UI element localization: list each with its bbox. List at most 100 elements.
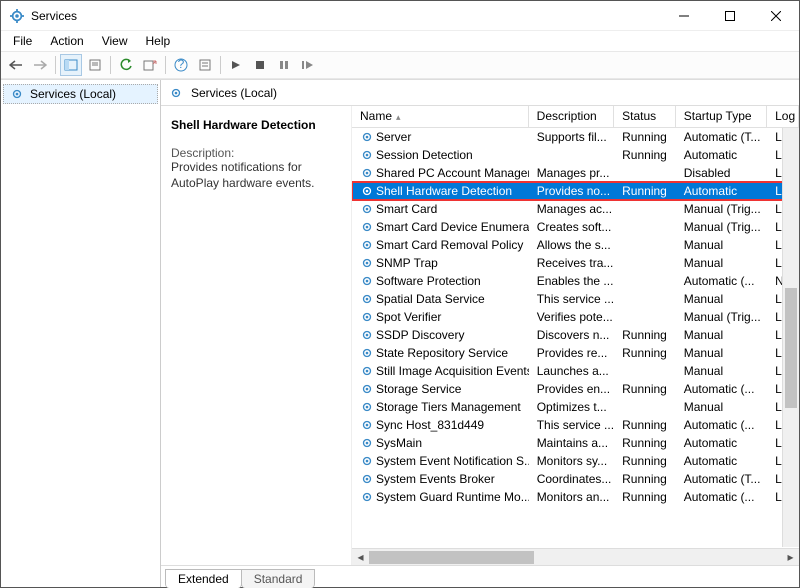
gear-icon: [360, 436, 374, 450]
vertical-scrollbar[interactable]: [782, 128, 799, 547]
description-text: Provides notifications for AutoPlay hard…: [171, 160, 341, 191]
service-row[interactable]: System Events BrokerCoordinates...Runnin…: [352, 470, 799, 488]
window-title: Services: [31, 9, 661, 23]
service-row[interactable]: Spatial Data ServiceThis service ...Manu…: [352, 290, 799, 308]
tree-node-services-local[interactable]: Services (Local): [3, 84, 158, 104]
service-startup: Manual: [676, 237, 767, 253]
forward-button[interactable]: [29, 54, 51, 76]
toolbar: ?: [1, 51, 799, 79]
gear-icon: [360, 184, 374, 198]
help-button[interactable]: ?: [170, 54, 192, 76]
column-status[interactable]: Status: [614, 106, 676, 127]
gear-icon: [360, 274, 374, 288]
service-status: Running: [614, 417, 676, 433]
services-rows[interactable]: ServerSupports fil...RunningAutomatic (T…: [352, 128, 799, 548]
refresh-button[interactable]: [115, 54, 137, 76]
scroll-left-icon[interactable]: ◂: [352, 549, 369, 566]
service-row[interactable]: Smart Card Device Enumera...Creates soft…: [352, 218, 799, 236]
service-name: System Guard Runtime Mo...: [376, 490, 529, 504]
maximize-button[interactable]: [707, 1, 753, 31]
service-row[interactable]: Shared PC Account ManagerManages pr...Di…: [352, 164, 799, 182]
gear-icon: [360, 346, 374, 360]
tab-standard[interactable]: Standard: [241, 569, 316, 588]
stop-service-button[interactable]: [249, 54, 271, 76]
service-row[interactable]: Smart Card Removal Policy Allows the s...…: [352, 236, 799, 254]
service-row[interactable]: SysMainMaintains a...RunningAutomaticLoc: [352, 434, 799, 452]
service-startup: Automatic (T...: [676, 129, 767, 145]
menu-help[interactable]: Help: [138, 32, 179, 50]
service-name: Smart Card Removal Policy: [376, 238, 523, 252]
service-status: Running: [614, 147, 676, 163]
gear-icon: [360, 238, 374, 252]
service-name: SSDP Discovery: [376, 328, 464, 342]
service-row[interactable]: Storage Tiers ManagementOptimizes t...Ma…: [352, 398, 799, 416]
titlebar[interactable]: Services: [1, 1, 799, 31]
menu-file[interactable]: File: [5, 32, 40, 50]
back-button[interactable]: [5, 54, 27, 76]
service-row[interactable]: ServerSupports fil...RunningAutomatic (T…: [352, 128, 799, 146]
export-button[interactable]: [84, 54, 106, 76]
service-row[interactable]: Spot VerifierVerifies pote...Manual (Tri…: [352, 308, 799, 326]
service-name: System Events Broker: [376, 472, 495, 486]
service-row[interactable]: SSDP DiscoveryDiscovers n...RunningManua…: [352, 326, 799, 344]
column-startup-type[interactable]: Startup Type: [676, 106, 767, 127]
service-status: [614, 172, 676, 174]
content-header-title: Services (Local): [191, 86, 277, 100]
service-row[interactable]: Storage ServiceProvides en...RunningAuto…: [352, 380, 799, 398]
tab-extended[interactable]: Extended: [165, 569, 242, 588]
service-status: Running: [614, 183, 676, 199]
gear-icon: [360, 382, 374, 396]
service-name: Storage Tiers Management: [376, 400, 521, 414]
service-startup: Automatic: [676, 183, 767, 199]
close-button[interactable]: [753, 1, 799, 31]
service-status: [614, 280, 676, 282]
view-tabs: Extended Standard: [161, 565, 799, 587]
column-logon-as[interactable]: Log: [767, 106, 799, 127]
service-description: Supports fil...: [529, 129, 614, 145]
service-status: [614, 316, 676, 318]
service-row[interactable]: State Repository ServiceProvides re...Ru…: [352, 344, 799, 362]
service-status: Running: [614, 435, 676, 451]
service-name: Smart Card Device Enumera...: [376, 220, 529, 234]
pause-service-button[interactable]: [273, 54, 295, 76]
properties-button[interactable]: [194, 54, 216, 76]
minimize-button[interactable]: [661, 1, 707, 31]
service-description: Optimizes t...: [529, 399, 614, 415]
scroll-thumb[interactable]: [785, 288, 797, 408]
start-service-button[interactable]: [225, 54, 247, 76]
service-startup: Manual (Trig...: [676, 201, 767, 217]
service-row[interactable]: Sync Host_831d449This service ...Running…: [352, 416, 799, 434]
gear-icon: [360, 202, 374, 216]
export-list-button[interactable]: [139, 54, 161, 76]
service-row[interactable]: Session DetectionRunningAutomaticLoc: [352, 146, 799, 164]
horizontal-scrollbar[interactable]: ◂ ▸: [352, 548, 799, 565]
service-row[interactable]: Shell Hardware DetectionProvides no...Ru…: [352, 182, 799, 200]
service-name: State Repository Service: [376, 346, 508, 360]
menu-action[interactable]: Action: [42, 32, 91, 50]
service-name: Spatial Data Service: [376, 292, 485, 306]
service-row[interactable]: SNMP TrapReceives tra...ManualLoc: [352, 254, 799, 272]
column-description[interactable]: Description: [529, 106, 614, 127]
service-description: Monitors an...: [529, 489, 614, 505]
service-description: Allows the s...: [529, 237, 614, 253]
tree-pane[interactable]: Services (Local): [1, 80, 161, 587]
column-name[interactable]: Name▴: [352, 106, 529, 127]
service-description: This service ...: [529, 291, 614, 307]
service-row[interactable]: System Guard Runtime Mo...Monitors an...…: [352, 488, 799, 506]
service-row[interactable]: Smart CardManages ac...Manual (Trig...Lo…: [352, 200, 799, 218]
service-name: Session Detection: [376, 148, 473, 162]
service-name: SNMP Trap: [376, 256, 438, 270]
scroll-right-icon[interactable]: ▸: [782, 549, 799, 566]
service-row[interactable]: Software ProtectionEnables the ...Automa…: [352, 272, 799, 290]
service-row[interactable]: Still Image Acquisition EventsLaunches a…: [352, 362, 799, 380]
gear-icon: [360, 292, 374, 306]
separator: [220, 56, 221, 74]
service-startup: Automatic: [676, 453, 767, 469]
service-row[interactable]: System Event Notification S...Monitors s…: [352, 452, 799, 470]
show-hide-tree-button[interactable]: [60, 54, 82, 76]
restart-service-button[interactable]: [297, 54, 319, 76]
menu-view[interactable]: View: [94, 32, 136, 50]
service-status: [614, 298, 676, 300]
service-status: [614, 226, 676, 228]
scroll-thumb[interactable]: [369, 551, 534, 564]
